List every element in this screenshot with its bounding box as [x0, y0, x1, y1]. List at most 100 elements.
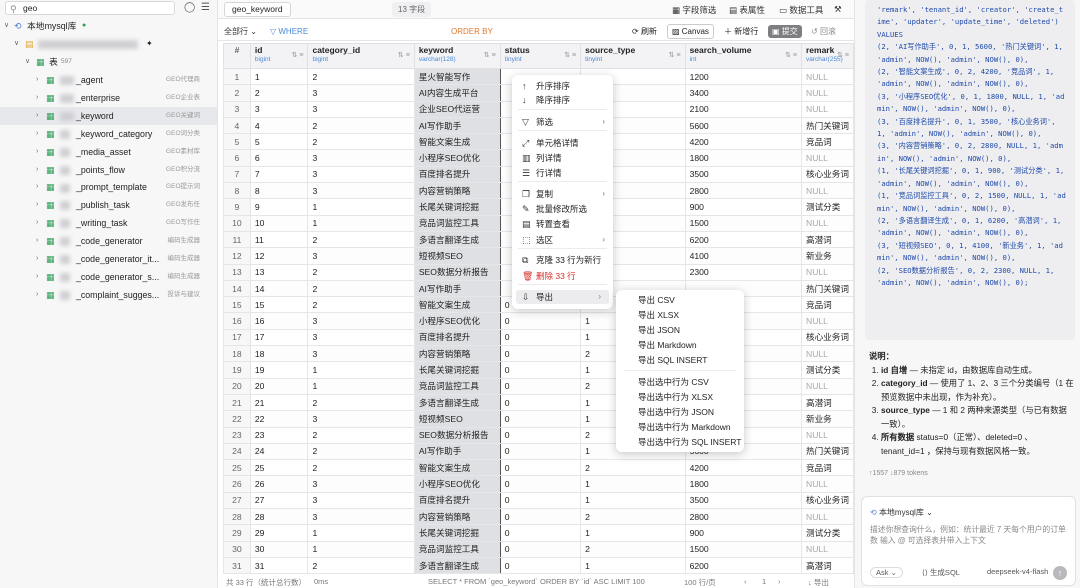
column-header[interactable]: keyword varchar(128) ⇅ ≡: [413, 43, 501, 69]
table-cell[interactable]: 1: [249, 67, 309, 86]
table-cell[interactable]: 百度排名提升: [413, 165, 501, 184]
table-cell[interactable]: 长尾关键词挖掘: [413, 198, 501, 216]
table-cell[interactable]: NULL: [800, 540, 854, 558]
table-cell[interactable]: 28: [249, 508, 309, 526]
table-cell[interactable]: NULL: [800, 345, 854, 363]
circle-icon[interactable]: ◯: [184, 2, 195, 13]
table-cell[interactable]: 2300: [684, 263, 802, 281]
table-cell[interactable]: NULL: [800, 67, 854, 86]
table-cell[interactable]: 长尾关键词挖掘: [413, 361, 501, 379]
table-cell[interactable]: 小程序SEO优化: [413, 312, 501, 330]
table-cell[interactable]: 1500: [684, 540, 802, 558]
table-cell[interactable]: 14: [249, 279, 309, 298]
field-filter-button[interactable]: ▦ 字段筛选: [672, 4, 716, 16]
table-cell[interactable]: 智能文案生成: [413, 296, 501, 314]
gen-sql-toggle[interactable]: ⟨⟩ 生成SQL: [922, 567, 960, 578]
context-menu-item[interactable]: ✎ 批量修改所选: [512, 202, 613, 216]
table-cell[interactable]: 3: [307, 328, 415, 347]
table-cell[interactable]: 1500: [684, 214, 802, 232]
context-menu-item[interactable]: ⇩ 导出 ›: [516, 290, 609, 304]
table-cell[interactable]: 4100: [684, 247, 802, 265]
mode-select[interactable]: Ask ⌄: [870, 567, 903, 578]
table-cell[interactable]: SEO数据分析报告: [413, 263, 501, 281]
context-menu-item[interactable]: ▤ 转置查看: [512, 217, 613, 231]
table-cell[interactable]: 23: [249, 426, 309, 444]
sidebar-item-table[interactable]: › ▦ _publish_task GEO发布任: [0, 196, 217, 214]
table-cell[interactable]: 2: [580, 459, 686, 477]
table-cell[interactable]: 6200: [684, 556, 802, 575]
table-cell[interactable]: 高潜词: [800, 556, 854, 575]
sidebar-item-table[interactable]: › ▦ _prompt_template GEO提示词: [0, 178, 217, 196]
table-cell[interactable]: 8: [249, 182, 309, 200]
sidebar-item-table[interactable]: › ▦ _code_generator_s... 编码生成器: [0, 268, 217, 286]
row-number-cell[interactable]: 19: [223, 361, 251, 379]
table-cell[interactable]: 内容营销策略: [413, 182, 501, 200]
table-cell[interactable]: 核心业务词: [800, 328, 854, 347]
table-cell[interactable]: 4200: [684, 133, 802, 151]
table-row[interactable]: 22 22 3 短视频SEO 0 1 新业务: [223, 410, 854, 428]
table-cell[interactable]: 核心业务词: [800, 165, 854, 184]
table-row[interactable]: 23 23 2 SEO数据分析报告 0 2 NULL: [223, 426, 854, 444]
export-menu-item[interactable]: 导出选中行为 JSON: [638, 405, 714, 419]
table-cell[interactable]: 2: [249, 84, 309, 102]
column-header[interactable]: category_id bigint ⇅ ≡: [307, 43, 415, 69]
table-row[interactable]: 17 17 3 百度排名提升 0 1 核心业务词: [223, 328, 854, 347]
table-cell[interactable]: NULL: [800, 263, 854, 281]
row-number-cell[interactable]: 24: [223, 442, 251, 461]
export-menu-item[interactable]: 导出选中行为 CSV: [638, 375, 709, 389]
table-cell[interactable]: 2: [307, 230, 415, 249]
table-cell[interactable]: 18: [249, 345, 309, 363]
tab-geo-keyword[interactable]: geo_keyword: [224, 2, 291, 17]
sort-icon[interactable]: ⇅ ≡: [292, 51, 304, 59]
table-cell[interactable]: 竞品词监控工具: [413, 540, 501, 558]
table-cell[interactable]: 3: [307, 84, 415, 102]
row-number-cell[interactable]: 30: [223, 540, 251, 558]
table-cell[interactable]: 新业务: [800, 247, 854, 265]
sort-icon[interactable]: ⇅ ≡: [837, 51, 849, 59]
table-cell[interactable]: 900: [684, 198, 802, 216]
table-cell[interactable]: 6200: [684, 230, 802, 249]
row-number-cell[interactable]: 8: [223, 182, 251, 200]
chat-input-placeholder[interactable]: 描述你想查询什么，例如：统计最近 7 天每个用户的订单数 输入 @ 可选择表并带…: [870, 524, 1070, 546]
row-number-cell[interactable]: 23: [223, 426, 251, 444]
sidebar-item-table[interactable]: › ▦ _code_generator 编码生成器: [0, 232, 217, 250]
column-header[interactable]: search_volume int ⇅ ≡: [684, 43, 802, 69]
table-cell[interactable]: 17: [249, 328, 309, 347]
table-cell[interactable]: 热门关键词: [800, 442, 854, 461]
table-cell[interactable]: 0: [499, 556, 582, 575]
table-cell[interactable]: 竞品词: [800, 296, 854, 314]
table-cell[interactable]: NULL: [800, 475, 854, 493]
table-cell[interactable]: 5: [249, 133, 309, 151]
row-number-cell[interactable]: 13: [223, 263, 251, 281]
table-cell[interactable]: 竞品词监控工具: [413, 377, 501, 395]
table-cell[interactable]: 11: [249, 230, 309, 249]
table-cell[interactable]: 3: [307, 182, 415, 200]
table-cell[interactable]: 百度排名提升: [413, 328, 501, 347]
row-number-cell[interactable]: 1: [223, 67, 251, 86]
context-menu-item[interactable]: 🗑 删除 33 行: [512, 269, 613, 283]
table-row[interactable]: 30 30 1 竞品词监控工具 0 2 1500 NULL: [223, 540, 854, 558]
table-cell[interactable]: 竞品词: [800, 133, 854, 151]
sort-icon[interactable]: ⇅ ≡: [669, 51, 681, 59]
table-cell[interactable]: NULL: [800, 182, 854, 200]
table-cell[interactable]: NULL: [800, 214, 854, 232]
table-cell[interactable]: 2: [307, 459, 415, 477]
tree-root-connection[interactable]: ∨ ⟲ 本地mysql库 ●: [0, 17, 217, 35]
row-number-cell[interactable]: 3: [223, 100, 251, 118]
table-row[interactable]: 31 31 2 多语言翻译生成 0 1 6200 高潜词: [223, 556, 854, 575]
table-cell[interactable]: 2: [307, 442, 415, 461]
table-cell[interactable]: 3: [307, 149, 415, 167]
row-number-cell[interactable]: 27: [223, 491, 251, 510]
row-number-cell[interactable]: 21: [223, 393, 251, 412]
context-menu-item[interactable]: ⬚ 选区 ›: [512, 233, 613, 247]
table-cell[interactable]: 内容营销策略: [413, 345, 501, 363]
row-number-cell[interactable]: 26: [223, 475, 251, 493]
table-cell[interactable]: 3: [307, 247, 415, 265]
sidebar-item-table[interactable]: › ▦ _agent GEO代理商: [0, 71, 217, 89]
row-number-cell[interactable]: 28: [223, 508, 251, 526]
sidebar-item-table[interactable]: › ▦ _media_asset GEO素材库: [0, 143, 217, 161]
tree-tables-group[interactable]: ∨ ▦ 表 597: [0, 53, 217, 71]
row-number-cell[interactable]: 7: [223, 165, 251, 184]
table-props-button[interactable]: ▤ 表属性: [729, 4, 765, 16]
table-cell[interactable]: 29: [249, 524, 309, 542]
